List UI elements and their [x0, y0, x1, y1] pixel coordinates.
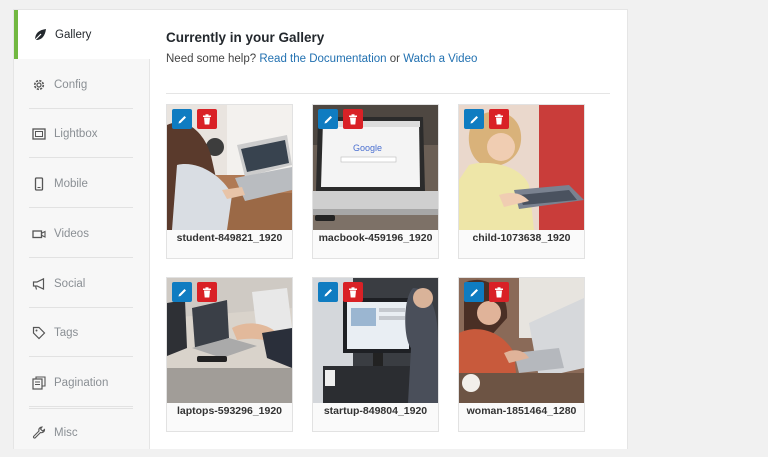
sidebar-item-gallery[interactable]: Gallery — [14, 10, 151, 59]
edit-button[interactable] — [318, 282, 338, 302]
documentation-link[interactable]: Read the Documentation — [259, 53, 386, 65]
sidebar-item-misc[interactable]: Misc — [14, 408, 150, 457]
tag-icon — [31, 325, 47, 341]
sidebar-item-label: Videos — [54, 227, 89, 240]
edit-button[interactable] — [172, 282, 192, 302]
help-text: Need some help? Read the Documentation o… — [166, 53, 477, 65]
delete-button[interactable] — [197, 282, 217, 302]
pencil-icon — [324, 115, 332, 123]
gallery-item[interactable]: child-1073638_1920 — [458, 104, 585, 259]
image-caption: child-1073638_1920 — [472, 232, 571, 244]
gallery-settings-panel: Gallery Config Lightbox Mobile Videos So… — [13, 9, 628, 449]
image-caption: laptops-593296_1920 — [176, 405, 283, 417]
gallery-item[interactable]: startup-849804_1920 — [312, 277, 439, 432]
svg-text:Google: Google — [353, 143, 382, 153]
sidebar-item-social[interactable]: Social — [14, 259, 150, 308]
trash-icon — [495, 113, 503, 124]
edit-button[interactable] — [464, 282, 484, 302]
divider — [29, 408, 133, 409]
gallery-item[interactable]: student-849821_1920 — [166, 104, 293, 259]
trash-icon — [203, 286, 211, 297]
sidebar-item-label: Misc — [54, 426, 78, 439]
trash-icon — [203, 113, 211, 124]
sidebar-item-label: Tags — [54, 326, 79, 339]
help-prefix: Need some help? — [166, 53, 257, 65]
edit-button[interactable] — [464, 109, 484, 129]
sidebar-item-label: Config — [54, 78, 88, 91]
sidebar-item-tags[interactable]: Tags — [14, 308, 150, 357]
wrench-icon — [31, 425, 47, 441]
gallery-item[interactable]: laptops-593296_1920 — [166, 277, 293, 432]
delete-button[interactable] — [343, 282, 363, 302]
megaphone-icon — [31, 276, 47, 292]
delete-button[interactable] — [343, 109, 363, 129]
sidebar-item-config[interactable]: Config — [14, 60, 150, 109]
image-caption: woman-1851464_1280 — [466, 405, 577, 417]
delete-button[interactable] — [197, 109, 217, 129]
delete-button[interactable] — [489, 109, 509, 129]
sidebar-item-label: Gallery — [55, 28, 92, 41]
trash-icon — [349, 286, 357, 297]
pencil-icon — [178, 115, 186, 123]
divider — [29, 356, 133, 357]
image-caption: startup-849804_1920 — [323, 405, 428, 417]
image-caption: student-849821_1920 — [176, 232, 283, 244]
sidebar-item-mobile[interactable]: Mobile — [14, 159, 150, 208]
pagination-icon — [31, 375, 47, 391]
lightbox-icon — [31, 126, 47, 142]
sidebar-item-lightbox[interactable]: Lightbox — [14, 109, 150, 158]
divider — [29, 157, 133, 158]
mobile-icon — [31, 176, 47, 192]
sidebar-item-label: Social — [54, 277, 86, 290]
sidebar-item-label: Lightbox — [54, 127, 98, 140]
gallery-item[interactable]: Google macbook-459196_1920 — [312, 104, 439, 259]
divider — [29, 406, 133, 407]
delete-button[interactable] — [489, 282, 509, 302]
image-caption: macbook-459196_1920 — [318, 232, 433, 244]
edit-button[interactable] — [172, 109, 192, 129]
trash-icon — [495, 286, 503, 297]
pencil-icon — [324, 288, 332, 296]
divider — [166, 93, 610, 94]
pencil-icon — [470, 115, 478, 123]
gear-icon — [31, 77, 47, 93]
trash-icon — [349, 113, 357, 124]
divider — [29, 207, 133, 208]
sidebar-item-pagination[interactable]: Pagination — [14, 358, 150, 407]
leaf-icon — [32, 27, 48, 43]
pencil-icon — [470, 288, 478, 296]
page-title: Currently in your Gallery — [166, 30, 325, 45]
edit-button[interactable] — [318, 109, 338, 129]
sidebar-item-videos[interactable]: Videos — [14, 209, 150, 258]
pencil-icon — [178, 288, 186, 296]
gallery-main: Currently in your Gallery Need some help… — [166, 10, 628, 449]
sidebar-item-label: Mobile — [54, 177, 88, 190]
video-camera-icon — [31, 226, 47, 242]
gallery-item[interactable]: woman-1851464_1280 — [458, 277, 585, 432]
settings-sidebar: Gallery Config Lightbox Mobile Videos So… — [14, 10, 151, 449]
help-or: or — [389, 53, 401, 65]
video-link[interactable]: Watch a Video — [403, 53, 477, 65]
divider — [29, 257, 133, 258]
sidebar-item-label: Pagination — [54, 376, 109, 389]
